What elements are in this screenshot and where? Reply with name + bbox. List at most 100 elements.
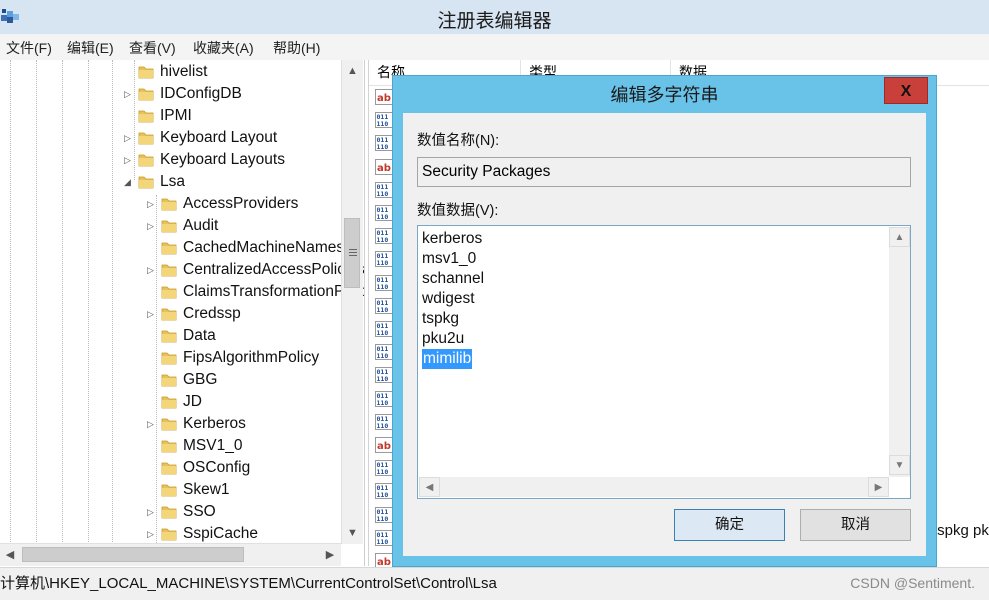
svg-text:ab: ab [377, 93, 391, 104]
binary-value-icon[interactable]: 011 110 [375, 483, 393, 500]
status-path: 计算机\HKEY_LOCAL_MACHINE\SYSTEM\CurrentCon… [0, 575, 497, 592]
collapse-arrow-icon[interactable]: ◢ [124, 171, 134, 193]
folder-icon [161, 196, 177, 211]
expand-arrow-icon[interactable]: ▷ [147, 303, 157, 325]
folder-icon [138, 130, 154, 145]
binary-value-icon[interactable]: 011 110 [375, 460, 393, 477]
tree-guide-line [62, 60, 63, 544]
tree-item-label: Keyboard Layout [160, 129, 278, 146]
expand-arrow-icon[interactable]: ▷ [147, 259, 157, 281]
binary-value-icon[interactable]: 011 110 [375, 297, 393, 314]
textarea-vertical-scrollbar[interactable]: ▲ ▼ [889, 227, 910, 477]
binary-value-icon[interactable]: 011 110 [375, 251, 393, 268]
line-text: schannel [422, 270, 485, 287]
tree-item-label: ClaimsTransformationPolicies [183, 283, 364, 300]
value-data-textarea[interactable]: kerberos msv1_0 schannel wdigest tspkg pku2u m… [417, 225, 911, 499]
title-bar: 注册表编辑器 [0, 0, 989, 34]
folder-icon [161, 460, 177, 475]
folder-icon [161, 482, 177, 497]
line-text: pku2u [422, 330, 465, 347]
expand-arrow-icon[interactable]: ▷ [147, 193, 157, 215]
binary-value-icon[interactable]: 011 110 [375, 274, 393, 291]
tree-item-label: CentralizedAccessPolicies [183, 261, 365, 278]
menu-edit[interactable]: 编辑(E) [67, 38, 114, 58]
folder-icon [138, 64, 154, 79]
expand-arrow-icon[interactable]: ▷ [147, 215, 157, 237]
folder-icon [161, 416, 177, 431]
scroll-up-icon[interactable]: ▲ [342, 60, 363, 82]
tree-horizontal-scrollbar[interactable]: ◀ ▶ [0, 543, 341, 566]
binary-value-icon[interactable]: 011 110 [375, 413, 393, 430]
folder-icon [161, 350, 177, 365]
expand-arrow-icon[interactable]: ▷ [124, 83, 134, 105]
value-data-cell: tspkg pk [933, 522, 989, 539]
scroll-right-icon[interactable]: ▶ [868, 477, 889, 497]
folder-icon [161, 504, 177, 519]
value-data-line: mimilib [422, 349, 484, 369]
svg-text:110: 110 [377, 120, 389, 128]
svg-text:110: 110 [377, 375, 389, 383]
value-data-line: msv1_0 [422, 249, 484, 269]
menu-favorites[interactable]: 收藏夹(A) [193, 38, 254, 58]
expand-arrow-icon[interactable]: ▷ [124, 149, 134, 171]
binary-value-icon[interactable]: 011 110 [375, 321, 393, 337]
binary-value-icon[interactable]: 011 110 [375, 181, 393, 198]
binary-value-icon[interactable]: 011 110 [375, 205, 393, 221]
selected-text: mimilib [422, 349, 473, 369]
value-data-lines: kerberos msv1_0 schannel wdigest tspkg pku2u m… [422, 229, 484, 369]
tree-item-label: SSO [183, 503, 216, 520]
tree-guide-line [134, 60, 135, 180]
ok-button[interactable]: 确定 [674, 509, 785, 541]
svg-text:110: 110 [377, 283, 389, 291]
menu-view[interactable]: 查看(V) [129, 38, 176, 58]
binary-value-icon[interactable]: 011 110 [375, 228, 393, 245]
svg-text:110: 110 [377, 491, 389, 499]
expand-arrow-icon[interactable]: ▷ [147, 523, 157, 545]
binary-value-icon[interactable]: 011 110 [375, 135, 393, 152]
svg-text:110: 110 [377, 538, 389, 546]
menu-help[interactable]: 帮助(H) [273, 38, 320, 58]
scroll-up-icon[interactable]: ▲ [889, 227, 910, 247]
watermark: CSDN @Sentiment. [850, 575, 975, 591]
string-value-icon[interactable]: ab [375, 437, 393, 453]
binary-value-icon[interactable]: 011 110 [375, 344, 393, 361]
scroll-thumb[interactable] [22, 547, 244, 562]
tree-guide-line [156, 195, 157, 545]
folder-icon [138, 108, 154, 123]
cancel-button[interactable]: 取消 [800, 509, 911, 541]
grip-line [349, 249, 357, 250]
binary-value-icon[interactable]: 011 110 [375, 506, 393, 523]
expand-arrow-icon[interactable]: ▷ [124, 127, 134, 149]
grip-line [349, 252, 357, 253]
line-text: msv1_0 [422, 250, 477, 267]
string-value-icon[interactable]: ab [375, 158, 393, 175]
dialog-title: 编辑多字符串 [610, 85, 719, 105]
string-value-icon[interactable]: ab [375, 89, 393, 105]
folder-icon [161, 394, 177, 409]
expand-arrow-icon[interactable]: ▷ [147, 501, 157, 523]
tree-item-label: Keyboard Layouts [160, 151, 285, 168]
registry-tree[interactable]: hivelist ▷ IDConfigDB IPMI ▷ Keyboard Layout ▷… [0, 60, 365, 566]
svg-text:ab: ab [377, 441, 391, 452]
value-name-field[interactable]: Security Packages [417, 157, 911, 187]
svg-text:ab: ab [377, 163, 391, 174]
textarea-horizontal-scrollbar[interactable]: ◀ ▶ [419, 477, 889, 497]
scroll-right-icon[interactable]: ▶ [320, 544, 340, 566]
scroll-down-icon[interactable]: ▼ [342, 522, 363, 544]
svg-text:110: 110 [377, 422, 389, 430]
scroll-left-icon[interactable]: ◀ [419, 477, 440, 497]
tree-item-label: JD [183, 393, 202, 410]
scroll-left-icon[interactable]: ◀ [0, 544, 20, 566]
expand-arrow-icon[interactable]: ▷ [147, 413, 157, 435]
tree-vertical-scrollbar[interactable]: ▲ ▼ [341, 60, 363, 544]
binary-value-icon[interactable]: 011 110 [375, 112, 393, 129]
value-data-line: tspkg [422, 309, 484, 329]
scroll-thumb[interactable] [344, 218, 360, 288]
scroll-down-icon[interactable]: ▼ [889, 455, 910, 475]
binary-value-icon[interactable]: 011 110 [375, 390, 393, 407]
menu-file[interactable]: 文件(F) [6, 38, 52, 58]
close-button[interactable]: X [884, 77, 928, 104]
folder-icon [161, 306, 177, 321]
binary-value-icon[interactable]: 011 110 [375, 529, 393, 546]
binary-value-icon[interactable]: 011 110 [375, 367, 393, 384]
